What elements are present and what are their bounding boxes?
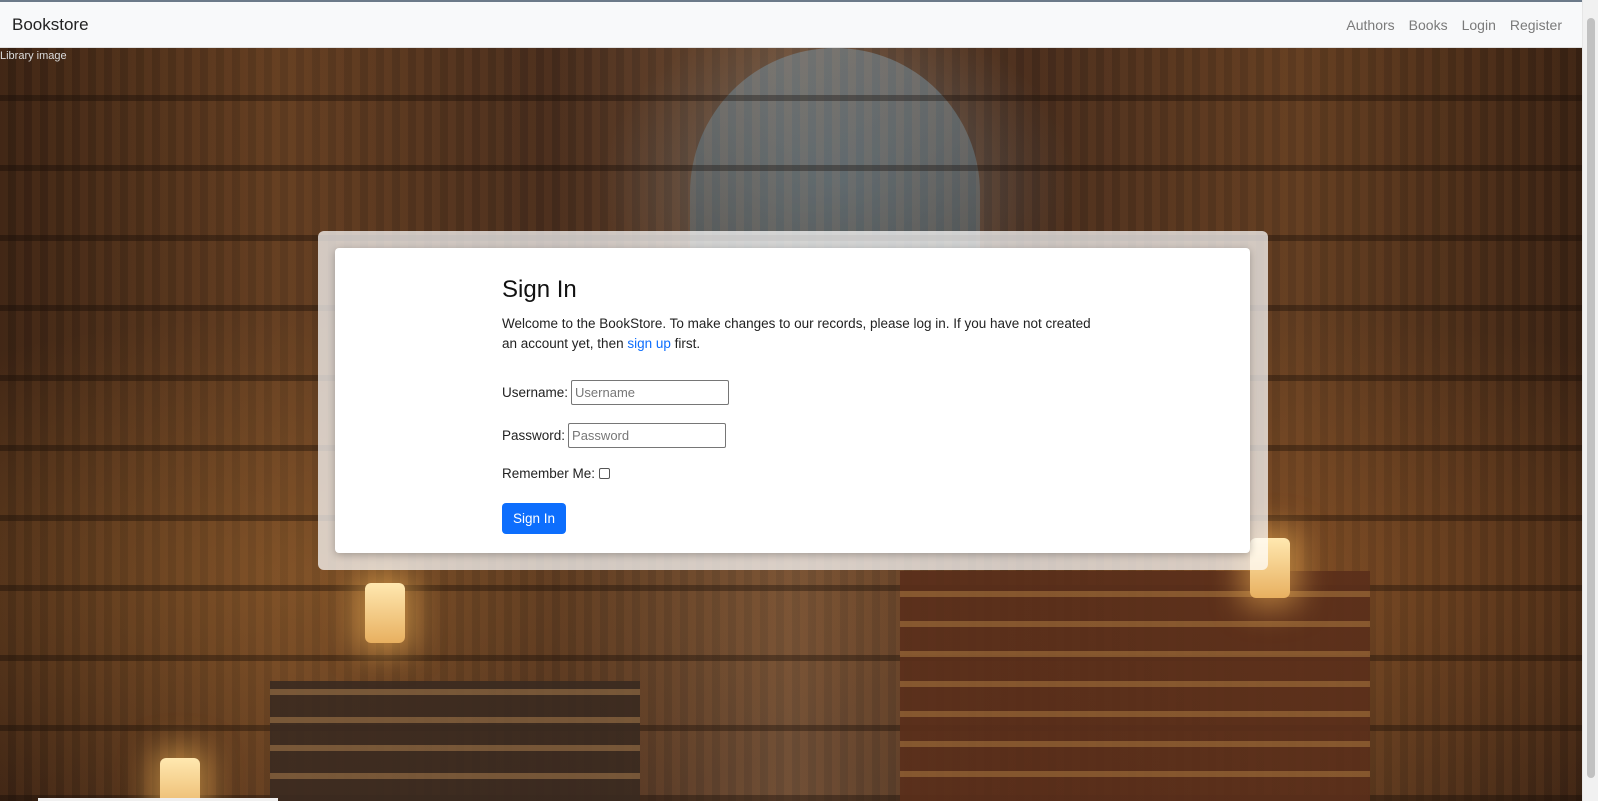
nav-links: Authors Books Login Register — [1346, 17, 1562, 33]
nav-link-books[interactable]: Books — [1409, 17, 1448, 33]
password-input[interactable] — [568, 423, 727, 448]
username-input[interactable] — [571, 380, 730, 405]
nav-link-authors[interactable]: Authors — [1346, 17, 1394, 33]
candle — [160, 758, 200, 801]
intro-text: Welcome to the BookStore. To make change… — [502, 316, 1091, 351]
username-label: Username: — [502, 385, 569, 400]
password-label: Password: — [502, 428, 566, 443]
sign-up-link[interactable]: sign up — [627, 336, 671, 351]
signin-intro: Welcome to the BookStore. To make change… — [502, 314, 1092, 354]
book-stack-right — [900, 571, 1370, 801]
broken-image-alt-text: Library image — [0, 50, 67, 62]
candle — [365, 583, 405, 643]
signin-card: Sign In Welcome to the BookStore. To mak… — [335, 248, 1250, 553]
username-row: Username: — [502, 380, 1092, 405]
remember-me-checkbox[interactable] — [599, 468, 611, 479]
intro-text-end: first. — [670, 336, 701, 351]
password-row: Password: — [502, 423, 1092, 448]
remember-row: Remember Me: — [502, 466, 1092, 481]
vertical-scrollbar[interactable] — [1582, 0, 1598, 801]
scrollbar-thumb[interactable] — [1587, 18, 1595, 778]
remember-label: Remember Me: — [502, 466, 596, 481]
nav-link-login[interactable]: Login — [1462, 17, 1496, 33]
top-navbar: Bookstore Authors Books Login Register — [0, 0, 1582, 48]
nav-link-register[interactable]: Register — [1510, 17, 1562, 33]
signin-title: Sign In — [502, 276, 577, 303]
sign-in-button[interactable]: Sign In — [502, 503, 567, 534]
brand-link[interactable]: Bookstore — [12, 15, 89, 35]
signin-form: Sign In Welcome to the BookStore. To mak… — [502, 276, 1092, 534]
book-stack-left — [270, 681, 640, 801]
